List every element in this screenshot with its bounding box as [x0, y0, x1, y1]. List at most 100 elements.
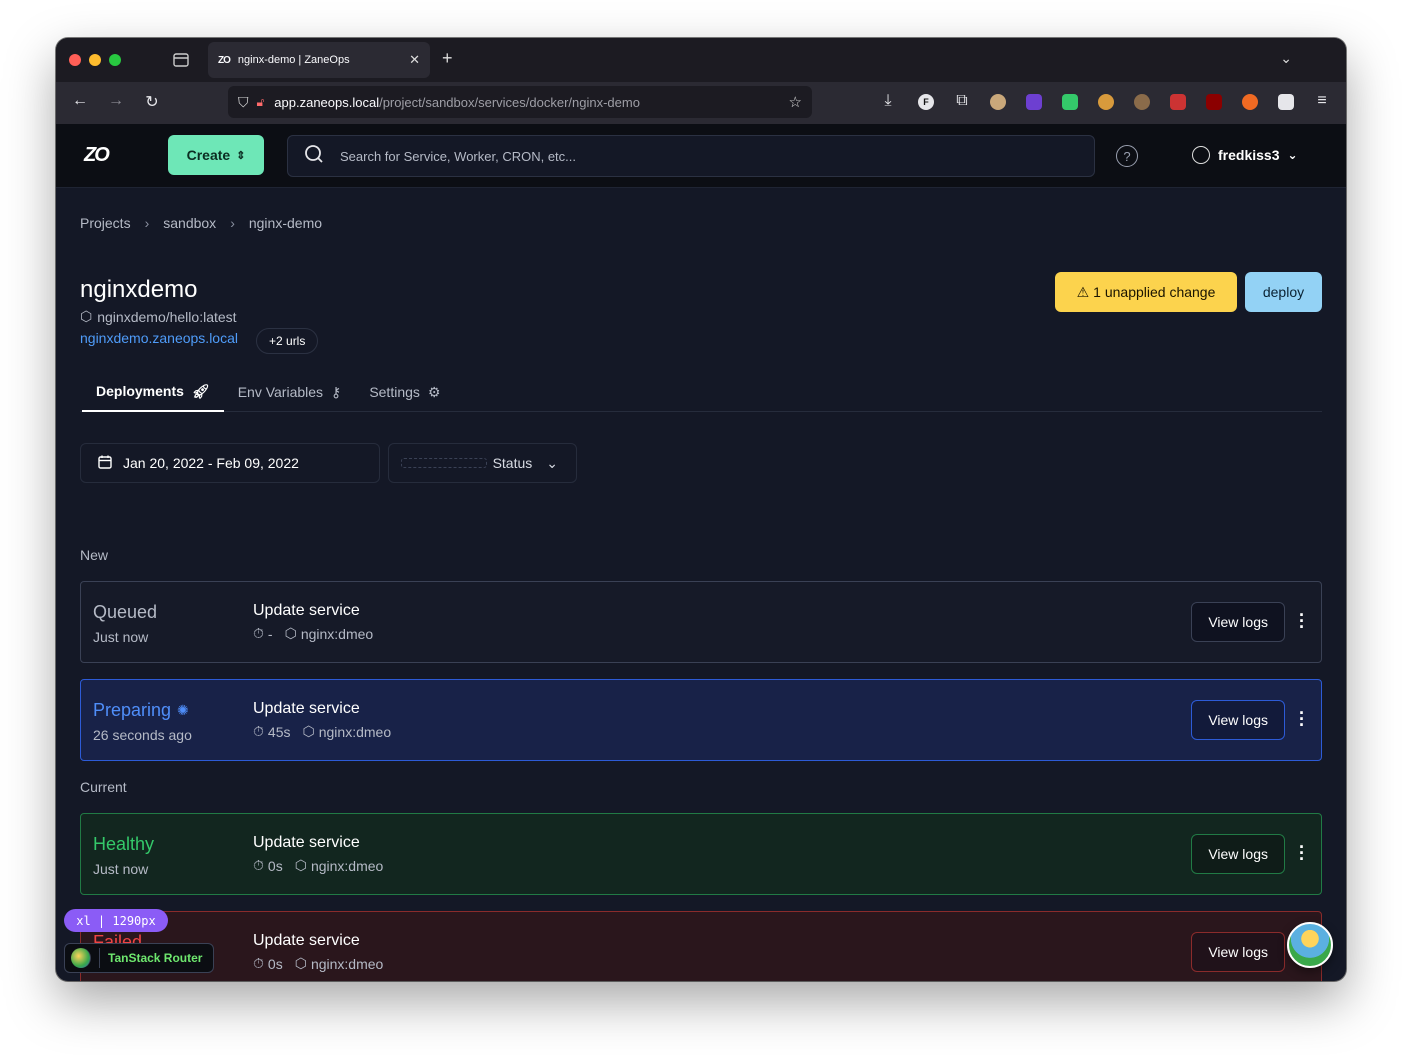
- deployment-time: Just now: [93, 861, 149, 877]
- breadcrumb-sandbox[interactable]: sandbox: [163, 215, 216, 231]
- service-url-link[interactable]: nginxdemo.zaneops.local: [80, 330, 238, 346]
- browser-tab-active[interactable]: ZO nginx-demo | ZaneOps ✕: [208, 42, 430, 78]
- extension-red-icon[interactable]: [1170, 94, 1186, 110]
- date-range-picker[interactable]: Jan 20, 2022 - Feb 09, 2022: [80, 443, 380, 483]
- more-options-icon[interactable]: ···: [1299, 606, 1305, 636]
- view-logs-button[interactable]: View logs: [1191, 700, 1285, 740]
- browser-tabbar: ZO nginx-demo | ZaneOps ✕ + ⌄: [56, 38, 1346, 82]
- tab-deployments[interactable]: Deployments 🚀︎: [82, 372, 224, 412]
- user-menu[interactable]: fredkiss3 ⌄: [1192, 146, 1298, 164]
- status-filter-label: Status: [492, 455, 533, 471]
- bookmark-star-icon[interactable]: ☆: [789, 93, 802, 111]
- deployment-status: Healthy: [93, 834, 155, 854]
- timer-icon: ⏱︎: [253, 955, 264, 971]
- view-logs-button[interactable]: View logs: [1191, 602, 1285, 642]
- new-tab-icon[interactable]: +: [442, 48, 453, 69]
- menu-icon[interactable]: ≡: [1312, 92, 1332, 110]
- more-options-icon[interactable]: ···: [1299, 704, 1305, 734]
- create-button-label: Create: [186, 147, 231, 163]
- create-button[interactable]: Create ⇕: [168, 135, 264, 175]
- extension-orange-icon[interactable]: [1242, 94, 1258, 110]
- unapplied-change-button[interactable]: ⚠ 1 unapplied change: [1055, 272, 1237, 312]
- spinner-icon: ✺: [177, 702, 189, 718]
- deployment-meta: ⏱︎ 0s ⬡ nginx:dmeo: [253, 857, 383, 874]
- back-arrow-icon[interactable]: ←: [70, 92, 90, 110]
- deployment-status: Preparing ✺: [93, 700, 189, 720]
- extension-f-icon[interactable]: F: [918, 94, 934, 110]
- tanstack-router-devtools-button[interactable]: TanStack Router: [64, 943, 214, 973]
- close-tab-icon[interactable]: ✕: [409, 52, 420, 68]
- deploy-button[interactable]: deploy: [1245, 272, 1322, 312]
- image: ⬡ nginx:dmeo: [302, 723, 392, 740]
- search-icon: [304, 144, 324, 169]
- image: ⬡ nginx:dmeo: [294, 955, 384, 972]
- view-logs-button[interactable]: View logs: [1191, 834, 1285, 874]
- bitwarden-icon[interactable]: [1278, 94, 1294, 110]
- rocket-icon: 🚀︎: [191, 382, 210, 399]
- deployment-message[interactable]: Update service: [253, 602, 360, 620]
- gear-icon: ⚙: [427, 383, 441, 400]
- tanstack-logo-icon: [71, 948, 91, 968]
- extension-purple-icon[interactable]: [1026, 94, 1042, 110]
- url-text: app.zaneops.local/project/sandbox/servic…: [274, 94, 640, 110]
- search-bar[interactable]: [287, 135, 1095, 177]
- chevron-up-down-icon: ⇕: [236, 149, 246, 162]
- view-logs-button[interactable]: View logs: [1191, 932, 1285, 972]
- zaneops-logo[interactable]: ZO: [84, 144, 110, 167]
- reload-icon[interactable]: ↻: [142, 92, 162, 112]
- group-label-new: New: [80, 547, 109, 563]
- maximize-window-button[interactable]: [109, 54, 121, 66]
- service-image-text: nginxdemo/hello:latest: [97, 308, 237, 325]
- breakpoint-indicator: xl | 1290px: [64, 909, 168, 932]
- address-bar[interactable]: ⛉ 🔓︎ app.zaneops.local/project/sandbox/s…: [228, 86, 812, 118]
- key-icon: ⚷: [331, 383, 342, 400]
- search-input[interactable]: [340, 148, 1094, 164]
- tanstack-label: TanStack Router: [108, 951, 203, 965]
- close-window-button[interactable]: [69, 54, 81, 66]
- chevron-down-icon: ⌄: [1287, 148, 1298, 162]
- duration: ⏱︎ 0s: [253, 857, 283, 874]
- deployment-message[interactable]: Update service: [253, 834, 360, 852]
- tanstack-query-devtools-icon[interactable]: [1287, 922, 1333, 968]
- chevron-right-icon: ›: [230, 215, 235, 231]
- extension-green-icon[interactable]: [1062, 94, 1078, 110]
- more-options-icon[interactable]: ···: [1299, 838, 1305, 868]
- timer-icon: ⏱︎: [253, 857, 264, 873]
- extension-face-icon[interactable]: [990, 94, 1006, 110]
- insecure-lock-icon[interactable]: 🔓︎: [257, 95, 265, 110]
- deployment-card: Preparing ✺ 26 seconds ago Update service…: [80, 679, 1322, 761]
- extension-cookie-icon[interactable]: [1098, 94, 1114, 110]
- status-filter-select[interactable]: Status ⌄: [388, 443, 577, 483]
- breadcrumb-projects[interactable]: Projects: [80, 215, 131, 231]
- avatar-icon: [1192, 146, 1210, 164]
- sidebar-toggle-icon[interactable]: [172, 51, 190, 69]
- deployment-message[interactable]: Update service: [253, 932, 360, 950]
- extensions-puzzle-icon[interactable]: ⧉: [952, 92, 972, 110]
- chevron-down-icon[interactable]: ⌄: [1280, 50, 1292, 67]
- breadcrumb-nginx-demo: nginx-demo: [248, 215, 323, 231]
- deployment-time: 26 seconds ago: [93, 727, 192, 743]
- deployment-time: Just now: [93, 629, 149, 645]
- tab-env-variables[interactable]: Env Variables ⚷: [224, 372, 356, 412]
- minimize-window-button[interactable]: [89, 54, 101, 66]
- group-label-current: Current: [80, 779, 127, 795]
- help-icon[interactable]: ?: [1116, 145, 1138, 167]
- shield-icon[interactable]: ⛉: [238, 94, 249, 111]
- tab-settings[interactable]: Settings ⚙: [355, 372, 454, 412]
- download-icon[interactable]: ⤓: [878, 92, 898, 110]
- calendar-icon: [97, 454, 113, 473]
- deployment-meta: ⏱︎ - ⬡ nginx:dmeo: [253, 625, 373, 642]
- ublock-icon[interactable]: [1206, 94, 1222, 110]
- deployment-message[interactable]: Update service: [253, 700, 360, 718]
- extension-cookie2-icon[interactable]: [1134, 94, 1150, 110]
- date-range-text: Jan 20, 2022 - Feb 09, 2022: [123, 455, 299, 471]
- browser-navbar: ← → ↻ ⛉ 🔓︎ app.zaneops.local/project/san…: [56, 82, 1346, 124]
- deployment-card: Queued Just now Update service ⏱︎ - ⬡ ngin…: [80, 581, 1322, 663]
- browser-window: ZO nginx-demo | ZaneOps ✕ + ⌄ ← → ↻ ⛉ 🔓︎…: [56, 38, 1346, 981]
- app-header: ZO Create ⇕ ? fredkiss3 ⌄: [56, 124, 1346, 188]
- zaneops-favicon-icon: ZO: [218, 54, 231, 66]
- more-urls-button[interactable]: +2 urls: [256, 328, 319, 354]
- forward-arrow-icon[interactable]: →: [106, 92, 126, 110]
- duration: ⏱︎ -: [253, 625, 273, 642]
- breadcrumb: Projects › sandbox › nginx-demo: [80, 215, 322, 231]
